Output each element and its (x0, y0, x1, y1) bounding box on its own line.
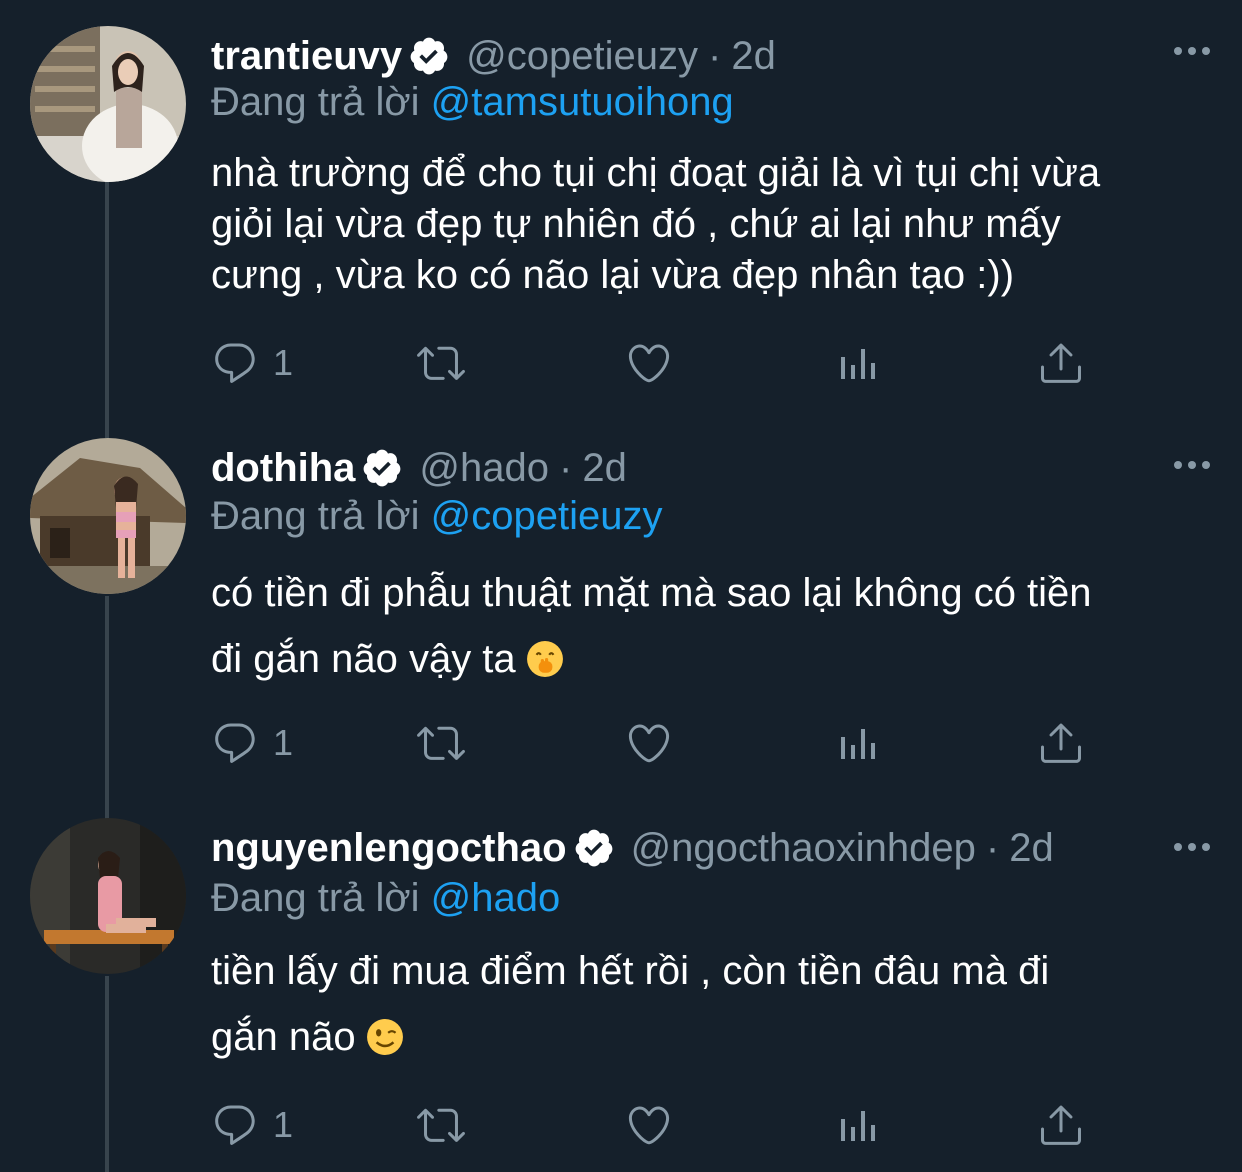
share-icon (1041, 1105, 1081, 1145)
avatar[interactable] (30, 438, 186, 594)
reply-icon (215, 723, 255, 763)
tweet[interactable]: nguyenlengocthao @ngocthaoxinhdep · 2d Đ… (0, 792, 1242, 1172)
separator-dot: · (559, 445, 573, 490)
user-handle[interactable]: @hado (419, 446, 549, 491)
verified-badge-icon (364, 449, 401, 487)
share-icon (1041, 343, 1081, 383)
analytics-button[interactable] (833, 1100, 881, 1150)
tweet-text-segment: gắn não (211, 1015, 356, 1059)
tweet-actions: 1 (211, 1100, 1211, 1150)
retweet-icon (417, 1108, 465, 1142)
timestamp[interactable]: 2d (582, 446, 627, 491)
verified-badge-icon (575, 829, 612, 867)
reply-button[interactable]: 1 (211, 338, 293, 388)
timestamp[interactable]: 2d (731, 34, 776, 79)
winking-face-emoji (366, 1019, 403, 1055)
tweet-text-line: đi gắn não vậy ta (211, 626, 1211, 692)
tweet-text-segment: đi gắn não vậy ta (211, 637, 516, 681)
like-button[interactable] (625, 338, 673, 388)
mention-link[interactable]: @hado (431, 876, 561, 920)
share-button[interactable] (1037, 338, 1085, 388)
analytics-icon (841, 349, 875, 379)
replying-to: Đang trả lời @copetieuzy (211, 494, 663, 539)
avatar[interactable] (30, 26, 186, 182)
heart-icon (628, 724, 670, 763)
analytics-icon (841, 1111, 875, 1141)
more-options-icon[interactable] (1172, 36, 1212, 66)
more-options-icon[interactable] (1172, 832, 1212, 862)
timestamp[interactable]: 2d (1009, 826, 1054, 871)
retweet-icon (417, 346, 465, 380)
tweet-text: nhà trường để cho tụi chị đoạt giải là v… (211, 148, 1211, 301)
user-handle[interactable]: @copetieuzy (466, 34, 698, 79)
tweet-actions: 1 (211, 338, 1211, 388)
verified-badge-icon (410, 37, 448, 75)
reply-count: 1 (273, 1104, 294, 1145)
hand-over-mouth-emoji (526, 641, 563, 677)
avatar[interactable] (30, 818, 186, 974)
separator-dot: · (708, 33, 722, 78)
reply-count: 1 (273, 722, 294, 763)
reply-button[interactable]: 1 (211, 1100, 293, 1150)
retweet-button[interactable] (417, 718, 465, 768)
share-button[interactable] (1037, 1100, 1085, 1150)
reply-button[interactable]: 1 (211, 718, 293, 768)
tweet-actions: 1 (211, 718, 1211, 768)
tweet-text-line: giỏi lại vừa đẹp tự nhiên đó , chứ ai lạ… (211, 202, 1061, 246)
analytics-icon (841, 729, 875, 759)
tweet-header: dothiha @hado · 2d (211, 440, 1202, 496)
replying-label: Đang trả lời (211, 80, 420, 124)
retweet-icon (417, 726, 465, 760)
tweet-text-line: có tiền đi phẫu thuật mặt mà sao lại khô… (211, 571, 1092, 615)
share-icon (1041, 723, 1081, 763)
analytics-button[interactable] (833, 338, 881, 388)
replying-label: Đang trả lời (211, 494, 420, 538)
display-name[interactable]: trantieuvy (211, 34, 402, 79)
tweet-text-line: tiền lấy đi mua điểm hết rồi , còn tiền … (211, 949, 1050, 993)
separator-dot: · (985, 825, 1000, 870)
more-options-icon[interactable] (1172, 450, 1212, 480)
like-button[interactable] (625, 1100, 673, 1150)
tweet-text-line: nhà trường để cho tụi chị đoạt giải là v… (211, 151, 1101, 195)
tweet[interactable]: dothiha @hado · 2d Đang trả lời @copetie… (0, 412, 1242, 812)
mention-link[interactable]: @copetieuzy (431, 494, 663, 538)
retweet-button[interactable] (417, 1100, 465, 1150)
share-button[interactable] (1037, 718, 1085, 768)
like-button[interactable] (625, 718, 673, 768)
tweet-text: có tiền đi phẫu thuật mặt mà sao lại khô… (211, 560, 1211, 692)
display-name[interactable]: nguyenlengocthao (211, 826, 567, 871)
reply-icon (215, 1105, 255, 1145)
tweet-text-line: cưng , vừa ko có não lại vừa đẹp nhân tạ… (211, 253, 1015, 297)
tweet[interactable]: trantieuvy @copetieuzy · 2d Đang trả lời… (0, 0, 1242, 420)
heart-icon (628, 1106, 670, 1145)
tweet-header: trantieuvy @copetieuzy · 2d (211, 28, 1202, 84)
mention-link[interactable]: @tamsutuoihong (431, 80, 734, 124)
analytics-button[interactable] (833, 718, 881, 768)
tweet-text-line: gắn não (211, 1004, 1211, 1070)
heart-icon (628, 344, 670, 383)
reply-icon (215, 343, 255, 383)
replying-to: Đang trả lời @hado (211, 876, 560, 921)
tweet-text: tiền lấy đi mua điểm hết rồi , còn tiền … (211, 938, 1211, 1070)
replying-label: Đang trả lời (211, 876, 420, 920)
retweet-button[interactable] (417, 338, 465, 388)
replying-to: Đang trả lời @tamsutuoihong (211, 80, 734, 125)
reply-count: 1 (273, 342, 294, 383)
display-name[interactable]: dothiha (211, 446, 355, 491)
tweet-header: nguyenlengocthao @ngocthaoxinhdep · 2d (211, 820, 1202, 876)
user-handle[interactable]: @ngocthaoxinhdep (631, 826, 976, 871)
